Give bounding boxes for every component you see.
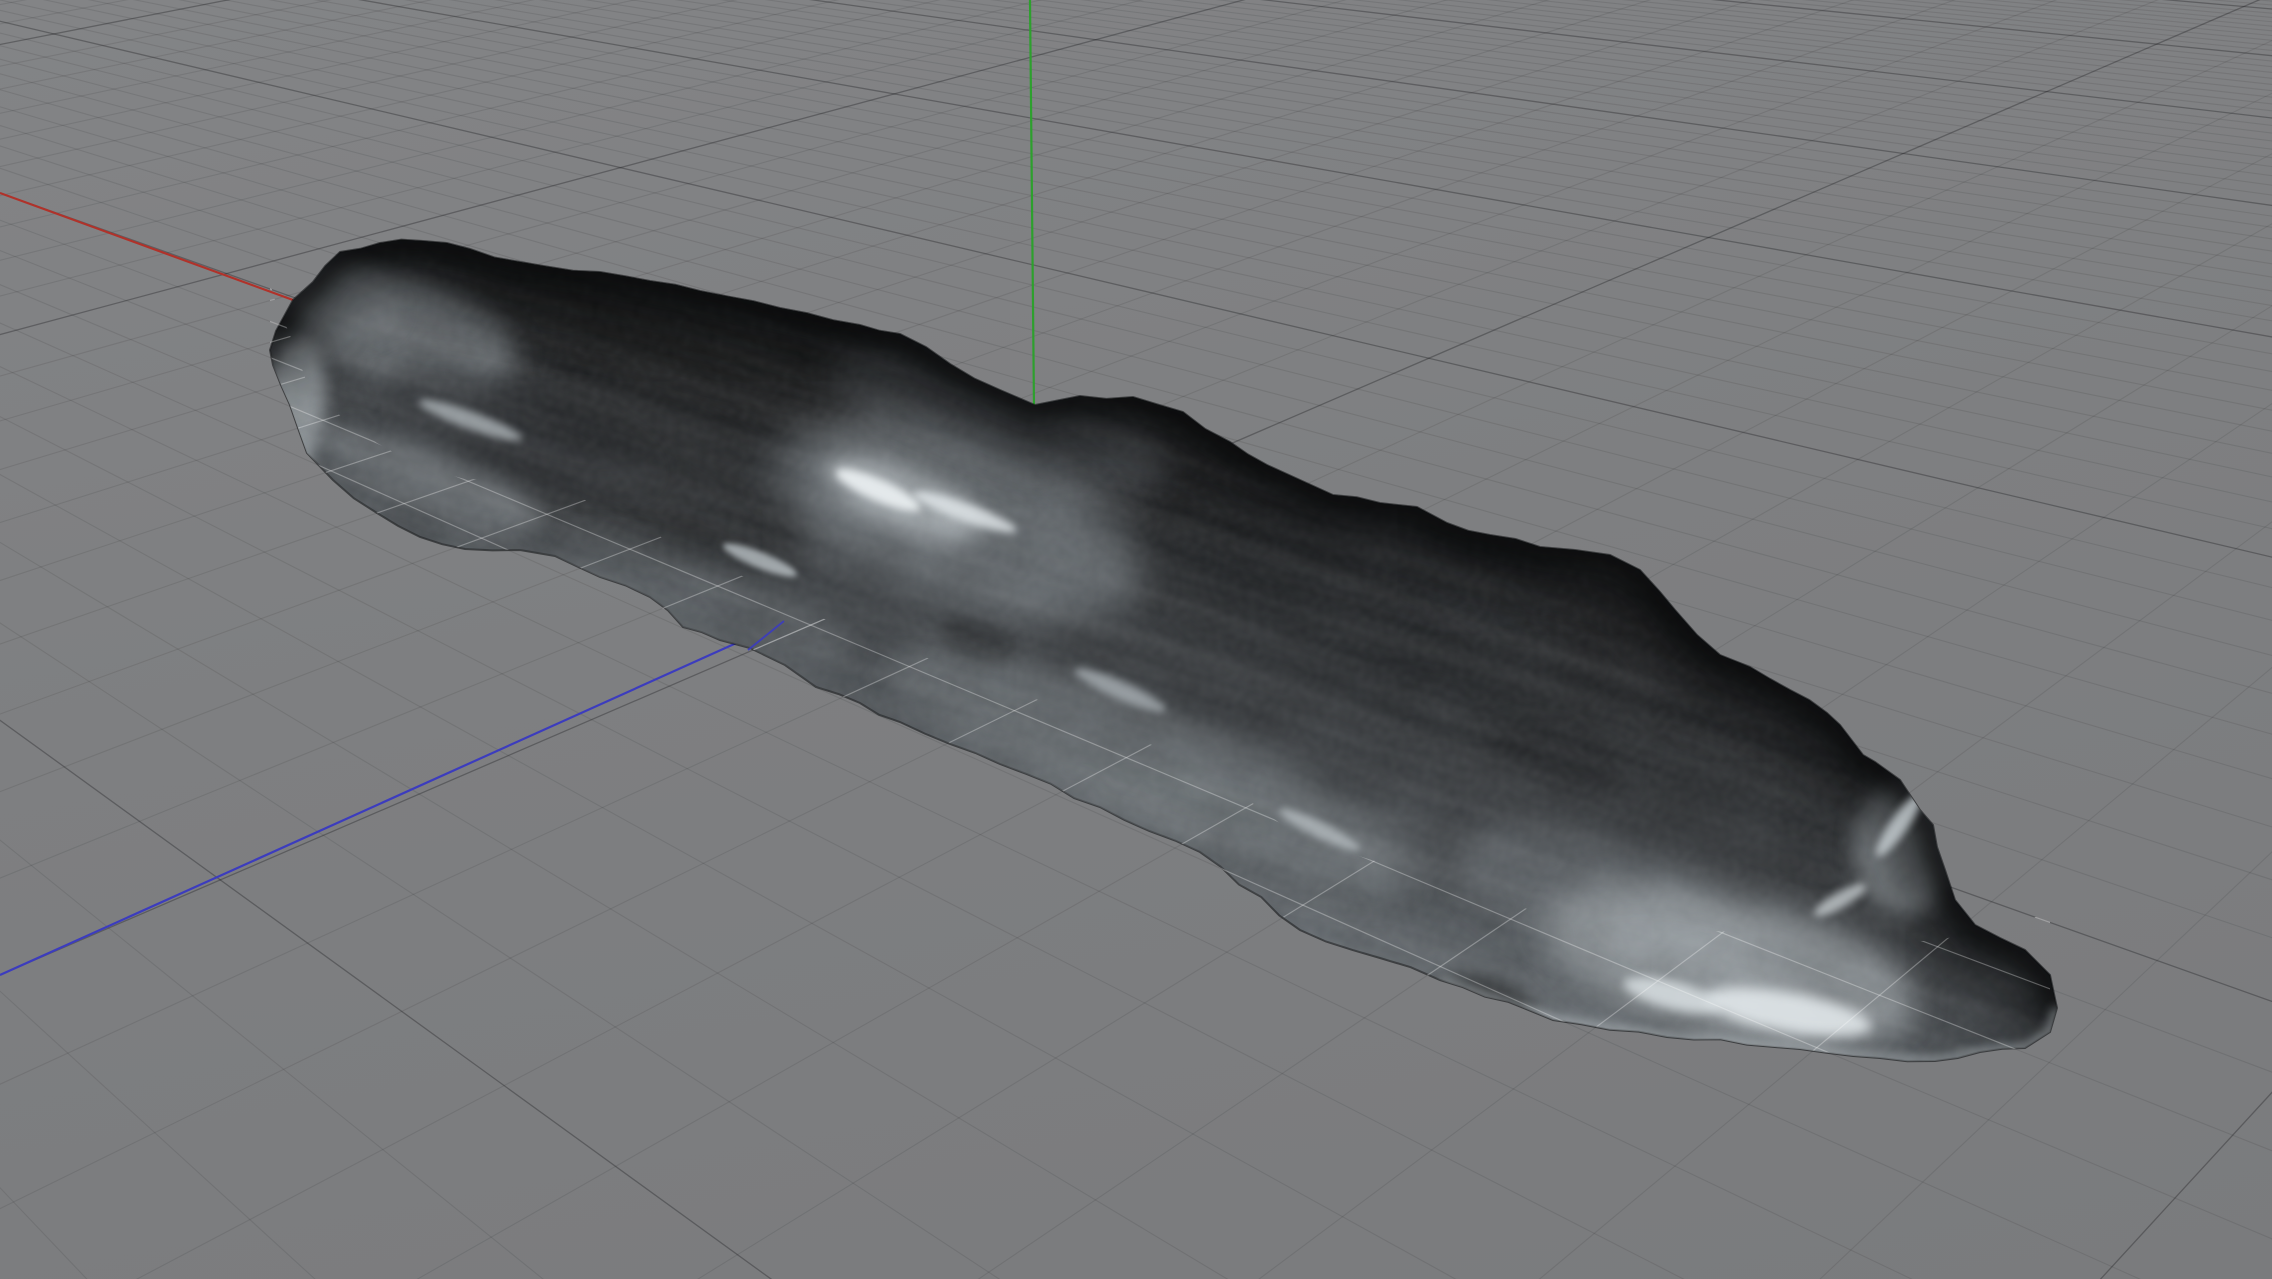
viewport-canvas[interactable]: [0, 0, 2272, 1279]
z-axis: [0, 622, 783, 975]
asteroid-shading: [0, 0, 2272, 1279]
x-axis: [0, 193, 293, 300]
viewport[interactable]: [0, 0, 2272, 1279]
asteroid-mesh[interactable]: [0, 0, 2272, 1279]
